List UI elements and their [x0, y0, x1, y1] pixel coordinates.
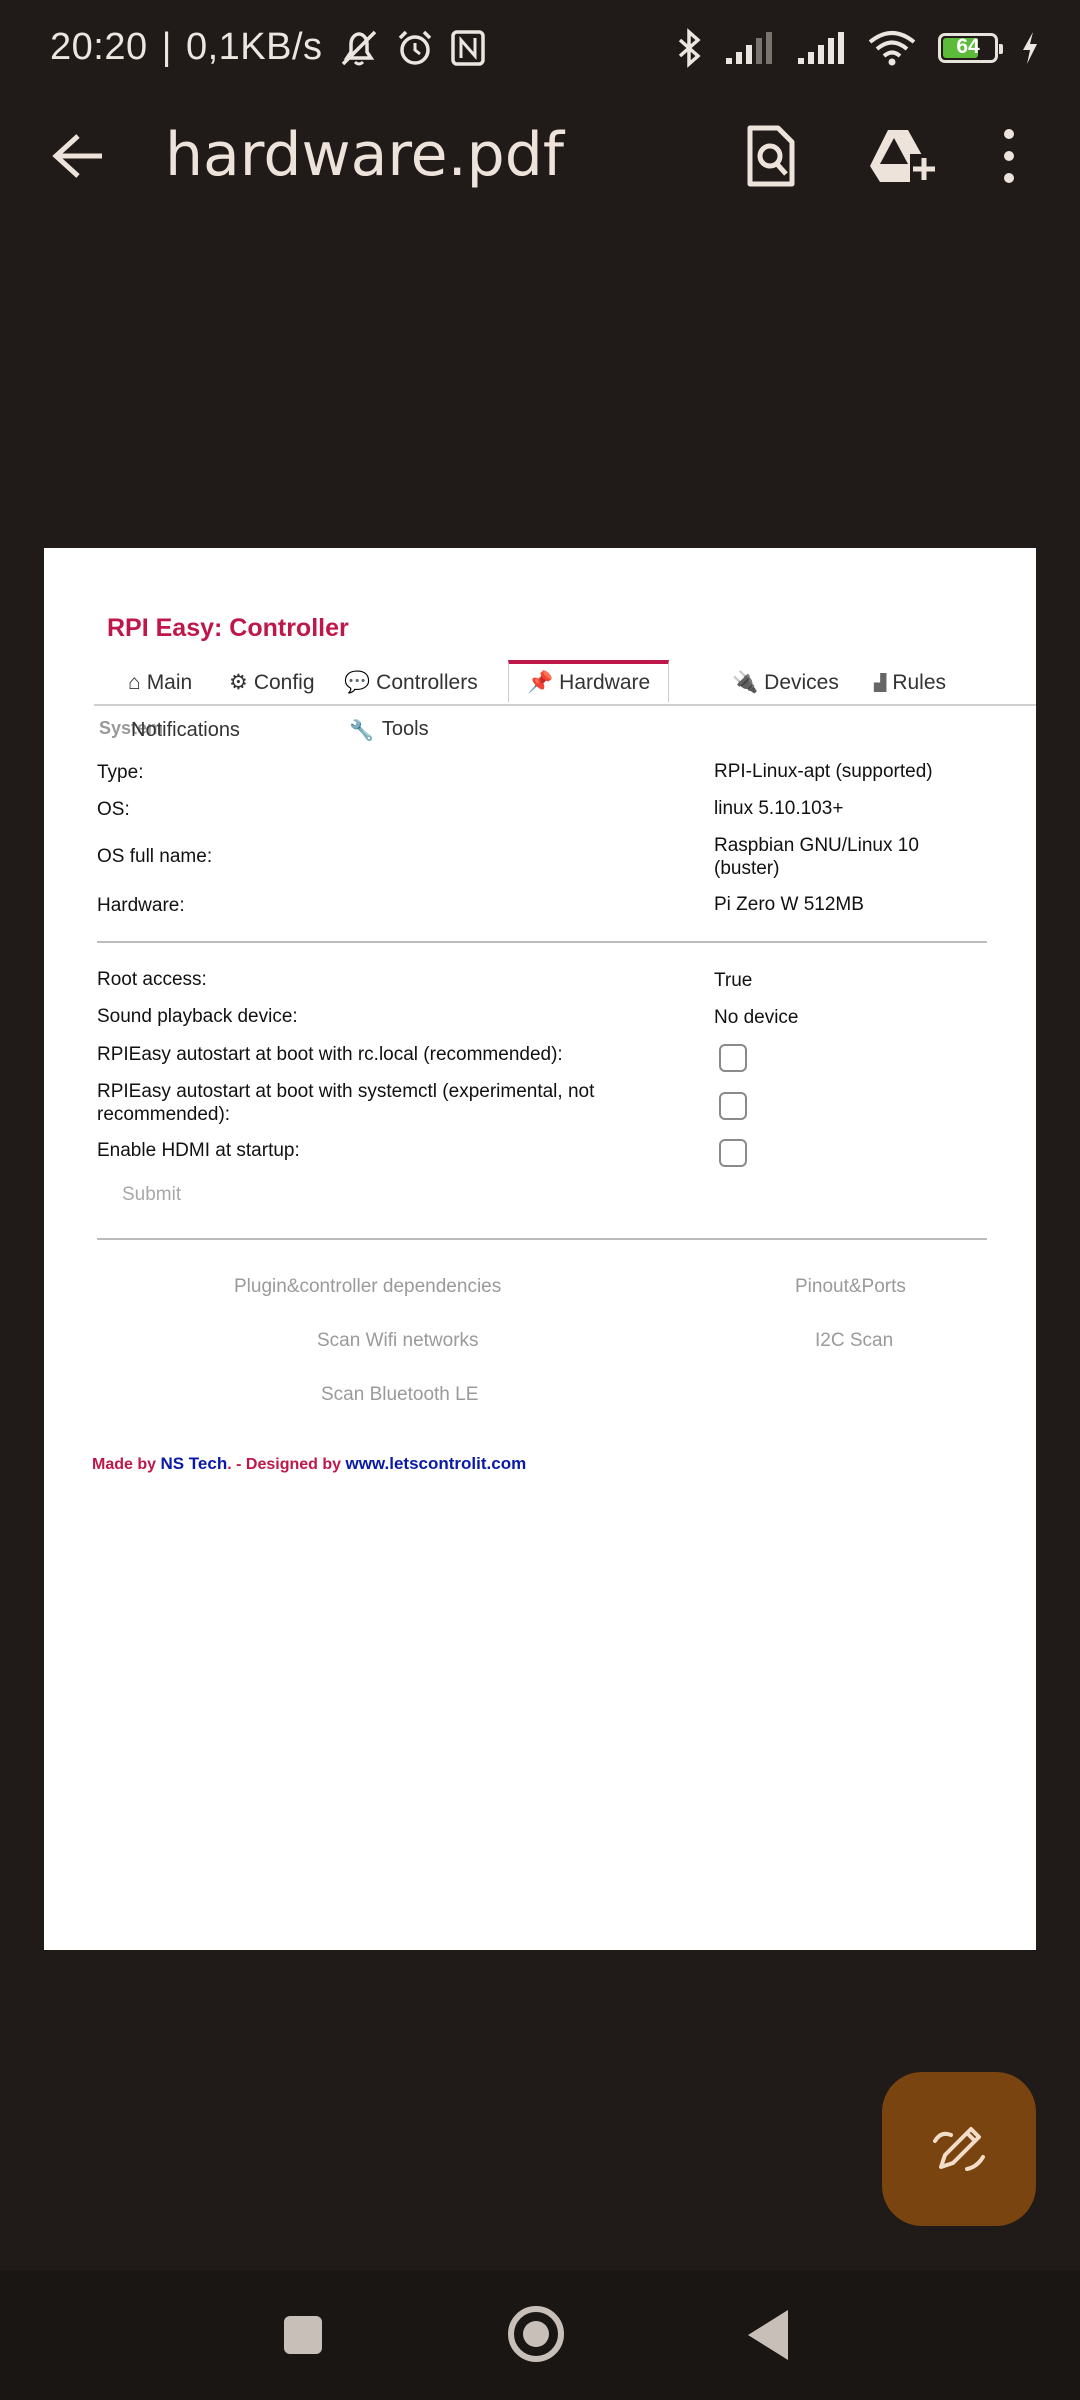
info-label: Hardware: [97, 895, 185, 916]
tab-label: Main [146, 670, 193, 694]
scan-wifi-link[interactable]: Scan Wifi networks [317, 1330, 479, 1352]
i2c-scan-link[interactable]: I2C Scan [815, 1330, 893, 1352]
tab-label: Controllers [376, 670, 478, 694]
back-arrow-icon[interactable] [48, 130, 108, 182]
battery-level: 64 [956, 35, 980, 58]
clock: 20:20 [50, 26, 148, 68]
setting-label: RPIEasy autostart at boot with systemctl… [97, 1081, 595, 1125]
divider [97, 1238, 987, 1240]
tab-bar: ⌂ Main ⚙ Config 💬 Controllers 📌 Hardware 🔌 De… [94, 660, 1036, 706]
setting-label: Root access: [97, 969, 207, 990]
setting-label: Enable HDMI at startup: [97, 1140, 300, 1161]
info-value: linux 5.10.103+ [714, 798, 844, 819]
pen-edit-icon [933, 2127, 985, 2171]
annotate-button[interactable] [882, 2072, 1036, 2226]
footer-made-by: Made by [92, 1456, 157, 1473]
status-bar: 20:20 | 0,1KB/s 64 [0, 0, 1080, 105]
speech-bubble-icon: 💬 [344, 670, 371, 694]
setting-value: No device [714, 1007, 799, 1028]
charging-icon [1023, 32, 1037, 64]
footer: Made by NS Tech. - Designed by www.letsc… [92, 1454, 526, 1474]
signal-icon-sim1 [726, 32, 772, 64]
rc-local-autostart-checkbox[interactable] [719, 1044, 747, 1072]
info-label: OS: [97, 799, 130, 820]
divider [97, 941, 987, 943]
home-icon: ⌂ [128, 670, 141, 694]
recents-button[interactable] [284, 2316, 322, 2354]
save-to-drive-icon[interactable] [868, 124, 940, 188]
pinout-link[interactable]: Pinout&Ports [795, 1276, 906, 1298]
battery-icon: 64 [938, 33, 1003, 63]
alarm-icon [398, 30, 431, 65]
info-value: RPI-Linux-apt (supported) [714, 761, 933, 782]
tab-tools: 🔧 Tools [349, 718, 429, 743]
nav-back-button[interactable] [748, 2310, 788, 2360]
wrench-icon: 🔧 [349, 720, 374, 742]
mute-bell-icon [341, 30, 376, 65]
pdf-page: RPI Easy: Controller ⌂ Main ⚙ Config 💬 Cont… [44, 548, 1036, 1950]
search-document-icon[interactable] [742, 124, 800, 188]
info-label: OS full name: [97, 846, 213, 867]
system-nav-bar [0, 2270, 1080, 2400]
gear-icon: ⚙ [229, 671, 248, 694]
systemctl-autostart-checkbox[interactable] [719, 1092, 747, 1120]
wifi-icon [868, 31, 916, 66]
page-heading: RPI Easy: Controller [107, 614, 349, 642]
footer-website-link[interactable]: www.letscontrolit.com [345, 1454, 526, 1473]
dependencies-link[interactable]: Plugin&controller dependencies [234, 1276, 501, 1298]
scan-bluetooth-link[interactable]: Scan Bluetooth LE [321, 1384, 478, 1406]
status-separator: | [161, 26, 172, 68]
bluetooth-icon [678, 28, 701, 68]
setting-value: True [714, 970, 753, 991]
network-speed: 0,1KB/s [185, 26, 323, 68]
footer-ns-tech[interactable]: NS Tech [160, 1454, 227, 1473]
info-value: Pi Zero W 512MB [714, 894, 864, 915]
tab-main: ⌂ Main [128, 663, 192, 702]
submit-button[interactable]: Submit [122, 1184, 181, 1206]
tab-label: Hardware [559, 671, 651, 694]
tab-notifications: Notifications [131, 719, 240, 741]
chart-icon: ▟ [874, 674, 887, 692]
document-title: hardware.pdf [165, 120, 564, 190]
tab-rules: ▟ Rules [874, 663, 946, 702]
tab-controllers: 💬 Controllers [344, 663, 478, 702]
home-button[interactable] [508, 2306, 564, 2362]
footer-designed-by: . - Designed by [227, 1456, 342, 1473]
app-bar: hardware.pdf [0, 110, 1080, 202]
hdmi-startup-checkbox[interactable] [719, 1139, 747, 1167]
tab-devices: 🔌 Devices [732, 663, 839, 702]
more-options-icon[interactable] [1000, 126, 1018, 186]
tab-label: Tools [381, 718, 429, 740]
setting-label: RPIEasy autostart at boot with rc.local … [97, 1044, 563, 1065]
tab-label: Config [253, 670, 315, 694]
nfc-icon [450, 29, 485, 66]
info-label: Type: [97, 762, 144, 783]
signal-icon-sim2 [798, 32, 844, 64]
info-value: Raspbian GNU/Linux 10 (buster) [714, 835, 919, 879]
setting-label: Sound playback device: [97, 1006, 298, 1027]
pushpin-icon: 📌 [527, 671, 554, 694]
tab-label: Rules [892, 670, 947, 694]
tab-hardware: 📌 Hardware [508, 660, 670, 702]
plug-icon: 🔌 [732, 670, 759, 694]
tab-config: ⚙ Config [229, 663, 315, 702]
tab-label: Devices [764, 670, 839, 694]
